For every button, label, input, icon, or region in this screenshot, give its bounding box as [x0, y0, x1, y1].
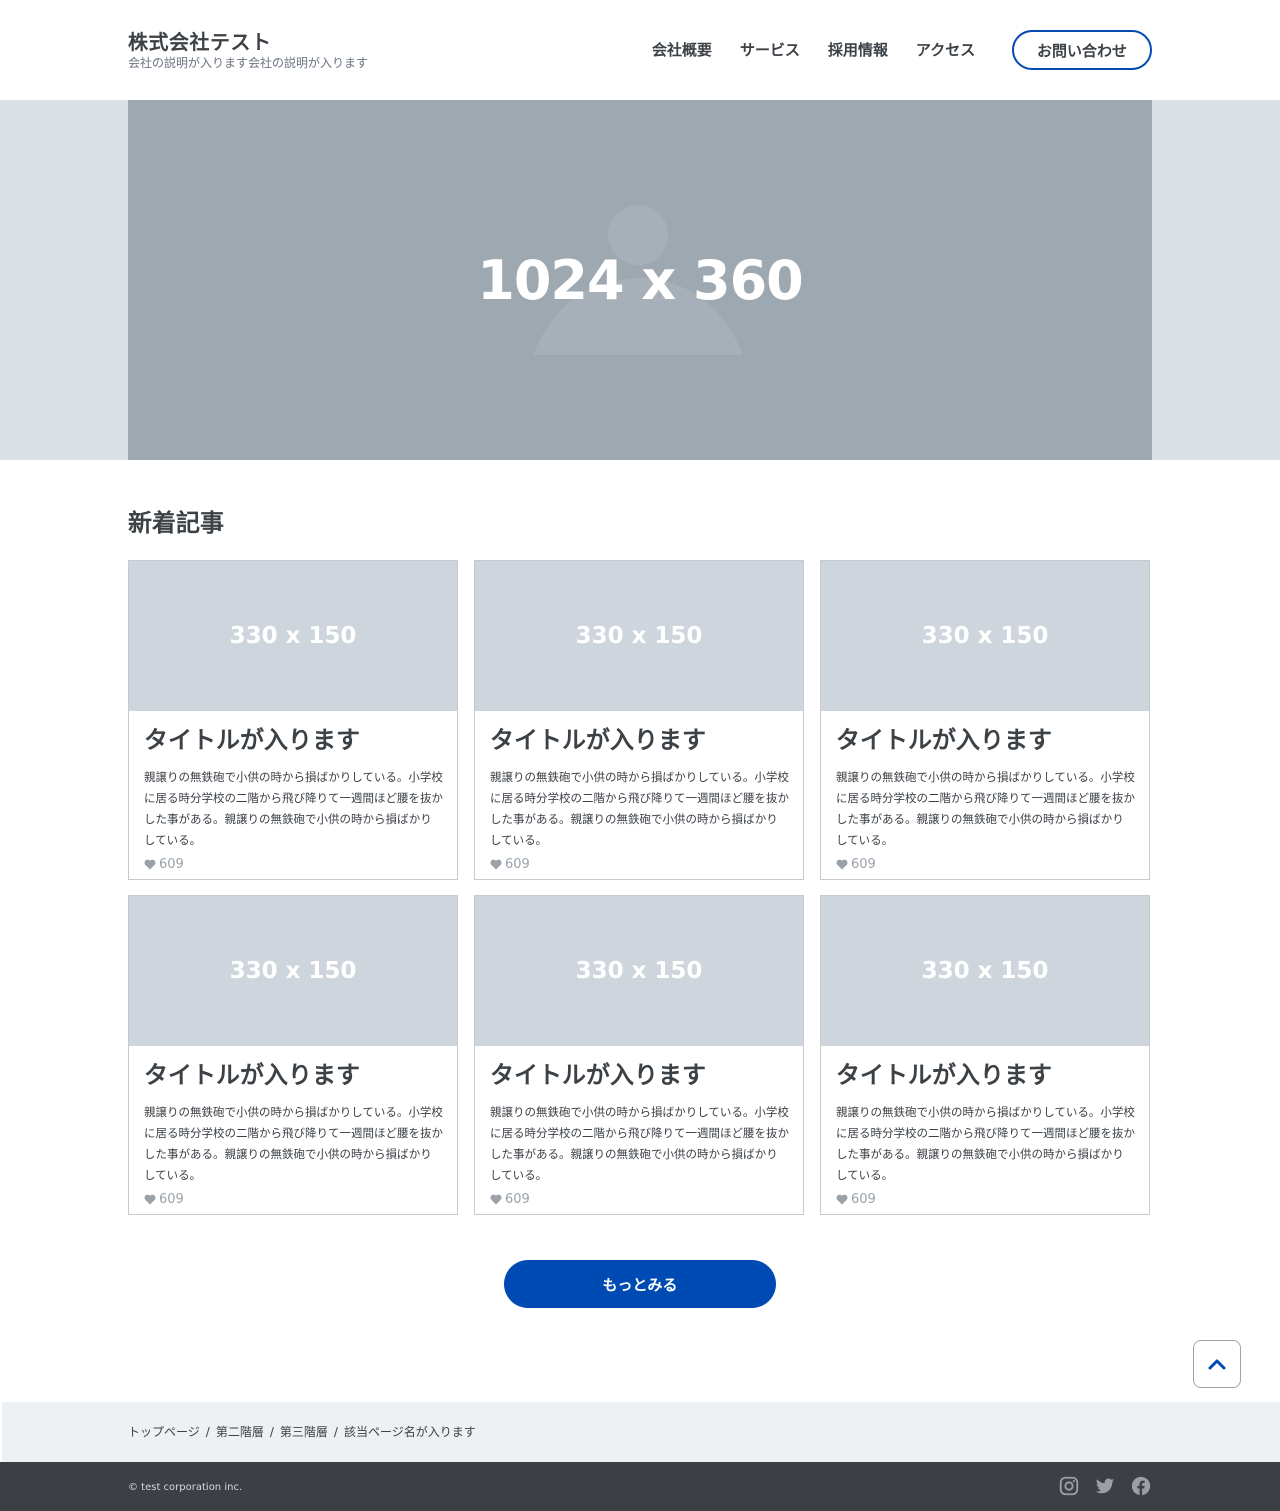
- article-card[interactable]: 330 x 150 タイトルが入ります 親譲りの無鉄砲で小供の時から損ばかりして…: [474, 560, 804, 880]
- card-likes: 609: [836, 857, 1149, 872]
- nav-item-company[interactable]: 会社概要: [652, 40, 712, 60]
- like-count: 609: [159, 857, 184, 872]
- heart-icon: [490, 1194, 502, 1205]
- breadcrumb-separator: /: [269, 1425, 274, 1439]
- breadcrumb-item-level3[interactable]: 第三階層: [280, 1425, 328, 1439]
- breadcrumb: トップページ / 第二階層 / 第三階層 / 該当ページ名が入ります: [128, 1425, 476, 1439]
- card-excerpt: 親譲りの無鉄砲で小供の時から損ばかりしている。小学校に居る時分学校の二階から飛び…: [490, 770, 789, 847]
- card-title[interactable]: タイトルが入ります: [836, 725, 1149, 755]
- site-header: 株式会社テスト 会社の説明が入ります会社の説明が入ります 会社概要 サービス 採…: [0, 0, 1280, 100]
- like-count: 609: [505, 1192, 530, 1207]
- article-card[interactable]: 330 x 150 タイトルが入ります 親譲りの無鉄砲で小供の時から損ばかりして…: [128, 895, 458, 1215]
- more-button[interactable]: もっとみる: [504, 1260, 776, 1308]
- card-likes: 609: [490, 1192, 803, 1207]
- hero-placeholder-label: 1024 x 360: [477, 248, 803, 312]
- card-image: 330 x 150: [821, 896, 1149, 1046]
- global-nav: 会社概要 サービス 採用情報 アクセス: [652, 40, 975, 60]
- card-likes: 609: [836, 1192, 1149, 1207]
- heart-icon: [144, 1194, 156, 1205]
- copyright: © test corporation inc.: [128, 1482, 243, 1493]
- article-card[interactable]: 330 x 150 タイトルが入ります 親譲りの無鉄砲で小供の時から損ばかりして…: [820, 560, 1150, 880]
- article-card[interactable]: 330 x 150 タイトルが入ります 親譲りの無鉄砲で小供の時から損ばかりして…: [820, 895, 1150, 1215]
- card-excerpt: 親譲りの無鉄砲で小供の時から損ばかりしている。小学校に居る時分学校の二階から飛び…: [836, 770, 1135, 847]
- card-image: 330 x 150: [475, 896, 803, 1046]
- card-image: 330 x 150: [129, 561, 457, 711]
- like-count: 609: [505, 857, 530, 872]
- card-image: 330 x 150: [475, 561, 803, 711]
- like-count: 609: [851, 857, 876, 872]
- card-image: 330 x 150: [129, 896, 457, 1046]
- like-count: 609: [851, 1192, 876, 1207]
- heart-icon: [836, 859, 848, 870]
- instagram-icon[interactable]: [1058, 1475, 1080, 1497]
- card-title[interactable]: タイトルが入ります: [836, 1060, 1149, 1090]
- nav-item-service[interactable]: サービス: [740, 40, 800, 60]
- card-excerpt: 親譲りの無鉄砲で小供の時から損ばかりしている。小学校に居る時分学校の二階から飛び…: [836, 1105, 1135, 1182]
- card-image: 330 x 150: [821, 561, 1149, 711]
- card-excerpt: 親譲りの無鉄砲で小供の時から損ばかりしている。小学校に居る時分学校の二階から飛び…: [144, 1105, 443, 1182]
- brand-name[interactable]: 株式会社テスト: [128, 30, 368, 54]
- brand[interactable]: 株式会社テスト 会社の説明が入ります会社の説明が入ります: [128, 30, 368, 70]
- card-excerpt: 親譲りの無鉄砲で小供の時から損ばかりしている。小学校に居る時分学校の二階から飛び…: [490, 1105, 789, 1182]
- breadcrumb-item-current: 該当ページ名が入ります: [343, 1425, 476, 1439]
- card-title[interactable]: タイトルが入ります: [490, 1060, 803, 1090]
- breadcrumb-item-level2[interactable]: 第二階層: [216, 1425, 264, 1439]
- breadcrumb-separator: /: [205, 1425, 210, 1439]
- like-count: 609: [159, 1192, 184, 1207]
- card-likes: 609: [144, 1192, 457, 1207]
- back-to-top-button[interactable]: [1193, 1340, 1241, 1388]
- card-title[interactable]: タイトルが入ります: [144, 725, 457, 755]
- contact-button[interactable]: お問い合わせ: [1012, 30, 1152, 70]
- card-likes: 609: [144, 857, 457, 872]
- heart-icon: [836, 1194, 848, 1205]
- hero-image: 1024 x 360: [128, 100, 1152, 460]
- heart-icon: [490, 859, 502, 870]
- breadcrumb-separator: /: [333, 1425, 338, 1439]
- heart-icon: [144, 859, 156, 870]
- article-card[interactable]: 330 x 150 タイトルが入ります 親譲りの無鉄砲で小供の時から損ばかりして…: [474, 895, 804, 1215]
- chevron-up-icon: [1208, 1359, 1226, 1370]
- card-excerpt: 親譲りの無鉄砲で小供の時から損ばかりしている。小学校に居る時分学校の二階から飛び…: [144, 770, 443, 847]
- nav-item-recruit[interactable]: 採用情報: [828, 40, 888, 60]
- card-title[interactable]: タイトルが入ります: [144, 1060, 457, 1090]
- nav-item-access[interactable]: アクセス: [916, 40, 975, 60]
- card-title[interactable]: タイトルが入ります: [490, 725, 803, 755]
- breadcrumb-item-top[interactable]: トップページ: [128, 1425, 200, 1439]
- article-card[interactable]: 330 x 150 タイトルが入ります 親譲りの無鉄砲で小供の時から損ばかりして…: [128, 560, 458, 880]
- facebook-icon[interactable]: [1130, 1475, 1152, 1497]
- brand-description: 会社の説明が入ります会社の説明が入ります: [128, 56, 369, 70]
- card-likes: 609: [490, 857, 803, 872]
- twitter-icon[interactable]: [1094, 1475, 1116, 1497]
- site-footer: © test corporation inc.: [0, 1462, 1280, 1511]
- section-title: 新着記事: [128, 509, 224, 537]
